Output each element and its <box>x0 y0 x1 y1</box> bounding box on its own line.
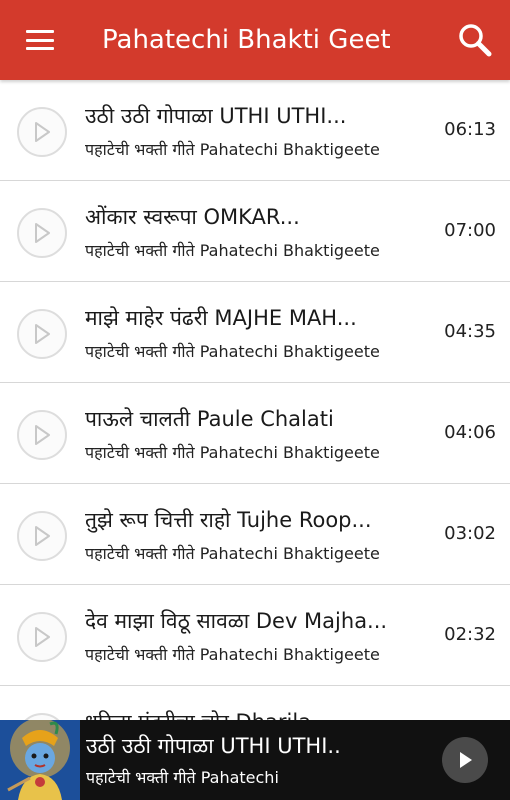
song-row[interactable]: धरिला पंढरीचा चोर Dharila <box>0 686 510 720</box>
song-row[interactable]: पाऊले चालती Paule Chalati पहाटेची भक्ती … <box>0 383 510 484</box>
song-row[interactable]: माझे माहेर पंढरी MAJHE MAH... पहाटेची भक… <box>0 282 510 383</box>
song-title: देव माझा विठू सावळा Dev Majha... <box>85 609 388 633</box>
mini-player[interactable]: उठी उठी गोपाळा UTHI UTHI.. पहाटेची भक्ती… <box>0 720 510 800</box>
song-title: धरिला पंढरीचा चोर Dharila <box>85 708 440 720</box>
song-duration: 04:06 <box>444 422 496 443</box>
song-row[interactable]: देव माझा विठू सावळा Dev Majha... पहाटेची… <box>0 585 510 686</box>
song-title: ओंकार स्वरूपा OMKAR... <box>85 205 300 229</box>
song-subtitle: पहाटेची भक्ती गीते Pahatechi Bhaktigeete <box>85 645 380 664</box>
song-title: पाऊले चालती Paule Chalati <box>85 407 334 431</box>
now-playing-subtitle: पहाटेची भक्ती गीते Pahatechi <box>86 768 279 787</box>
play-icon <box>35 627 50 647</box>
song-title: माझे माहेर पंढरी MAJHE MAH... <box>85 306 357 330</box>
song-duration: 03:02 <box>444 523 496 544</box>
play-button[interactable] <box>17 511 67 561</box>
play-button[interactable] <box>17 309 67 359</box>
song-title: उठी उठी गोपाळा UTHI UTHI... <box>85 104 347 128</box>
play-icon <box>35 324 50 344</box>
play-icon <box>35 122 50 142</box>
song-list[interactable]: उठी उठी गोपाळा UTHI UTHI... पहाटेची भक्त… <box>0 80 510 720</box>
app-bar: Pahatechi Bhakti Geet <box>0 0 510 80</box>
play-icon <box>460 752 472 768</box>
hamburger-menu-icon <box>26 30 54 50</box>
play-button[interactable] <box>17 410 67 460</box>
song-duration: 02:32 <box>444 624 496 645</box>
now-playing-title: उठी उठी गोपाळा UTHI UTHI.. <box>86 734 341 758</box>
song-subtitle: पहाटेची भक्ती गीते Pahatechi Bhaktigeete <box>85 342 380 361</box>
song-duration: 04:35 <box>444 321 496 342</box>
song-subtitle: पहाटेची भक्ती गीते Pahatechi Bhaktigeete <box>85 241 380 260</box>
song-duration: 06:13 <box>444 119 496 140</box>
play-icon <box>35 223 50 243</box>
song-row[interactable]: तुझे रूप चित्ती राहो Tujhe Roop... पहाटे… <box>0 484 510 585</box>
search-button[interactable] <box>440 0 510 80</box>
song-duration: 07:00 <box>444 220 496 241</box>
now-playing-info[interactable]: उठी उठी गोपाळा UTHI UTHI.. पहाटेची भक्ती… <box>80 732 442 788</box>
song-subtitle: पहाटेची भक्ती गीते Pahatechi Bhaktigeete <box>85 544 380 563</box>
song-title: तुझे रूप चित्ती राहो Tujhe Roop... <box>85 508 372 532</box>
song-subtitle: पहाटेची भक्ती गीते Pahatechi Bhaktigeete <box>85 443 380 462</box>
play-button[interactable] <box>17 612 67 662</box>
krishna-cover-art <box>0 720 80 800</box>
app-title: Pahatechi Bhakti Geet <box>102 25 391 55</box>
player-play-button[interactable] <box>442 737 488 783</box>
song-subtitle: पहाटेची भक्ती गीते Pahatechi Bhaktigeete <box>85 140 380 159</box>
play-icon <box>35 526 50 546</box>
play-icon <box>35 425 50 445</box>
play-button[interactable] <box>17 107 67 157</box>
play-button[interactable] <box>17 208 67 258</box>
song-row[interactable]: ओंकार स्वरूपा OMKAR... पहाटेची भक्ती गीत… <box>0 181 510 282</box>
search-icon <box>459 24 492 57</box>
play-button[interactable] <box>17 713 67 720</box>
song-row[interactable]: उठी उठी गोपाळा UTHI UTHI... पहाटेची भक्त… <box>0 80 510 181</box>
menu-button[interactable] <box>0 0 80 80</box>
